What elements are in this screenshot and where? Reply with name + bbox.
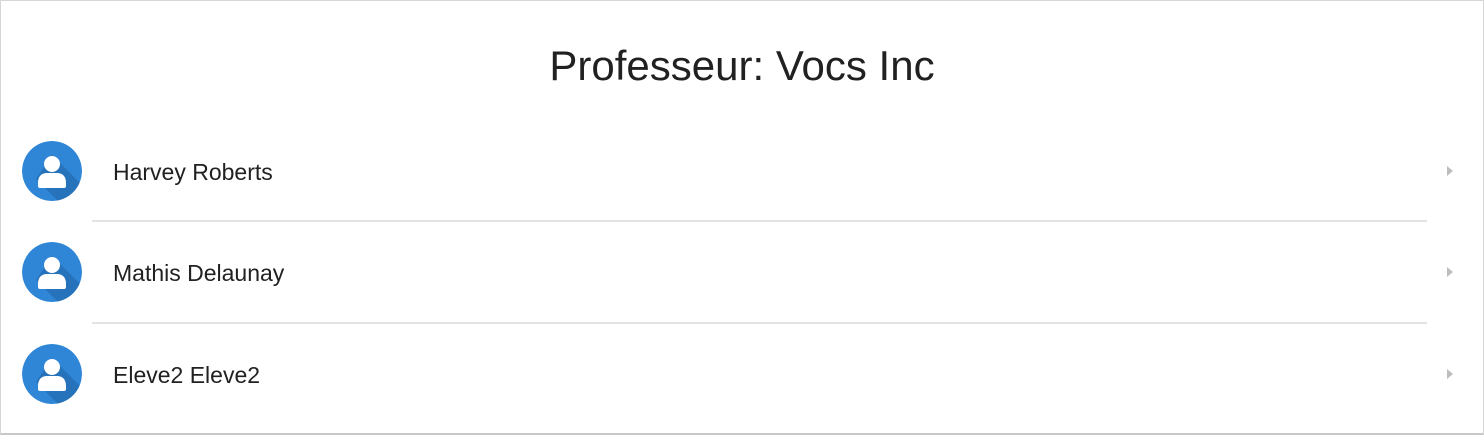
chevron-right-icon <box>1447 369 1453 379</box>
user-avatar-icon <box>22 344 82 404</box>
page-title: Professeur: Vocs Inc <box>549 42 935 89</box>
student-name: Harvey Roberts <box>113 159 273 185</box>
list-divider <box>92 220 1427 222</box>
list-item-student-2[interactable]: Eleve2 Eleve2 <box>1 324 1483 425</box>
teacher-card: Professeur: Vocs Inc Harvey Roberts Math… <box>0 0 1484 435</box>
list-divider <box>92 322 1427 324</box>
list-item-student-1[interactable]: Mathis Delaunay <box>1 222 1483 323</box>
user-avatar-icon <box>22 141 82 201</box>
student-name: Mathis Delaunay <box>113 260 285 286</box>
list-item-student-0[interactable]: Harvey Roberts <box>1 121 1483 222</box>
student-name: Eleve2 Eleve2 <box>113 362 261 388</box>
user-avatar-icon <box>22 242 82 302</box>
chevron-right-icon <box>1447 166 1453 176</box>
chevron-right-icon <box>1447 267 1453 277</box>
